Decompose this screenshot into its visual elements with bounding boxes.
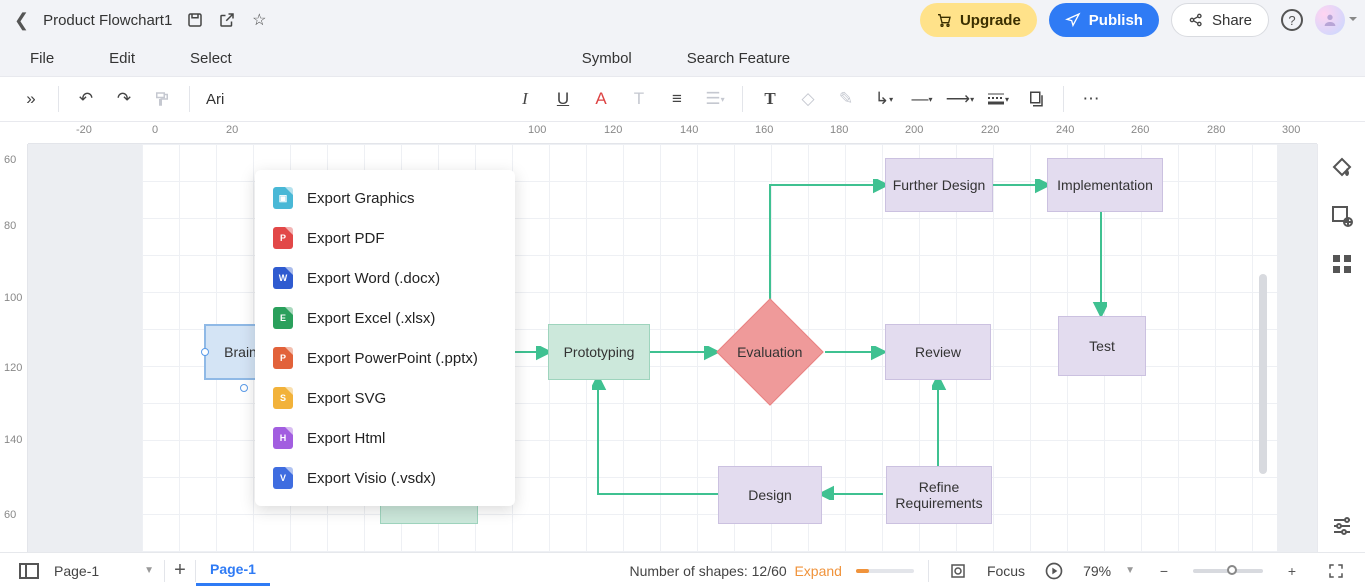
align-icon[interactable]: ≡: [660, 82, 694, 116]
fill-tool-icon[interactable]: [1330, 156, 1354, 180]
save-icon[interactable]: [186, 11, 204, 29]
italic-icon[interactable]: I: [508, 82, 542, 116]
export-menu-item[interactable]: V Export Visio (.vsdx): [255, 458, 515, 498]
handle-icon[interactable]: [240, 384, 248, 392]
export-menu-label: Export SVG: [307, 390, 386, 407]
node-refine[interactable]: Refine Requirements: [886, 466, 992, 524]
menu-search[interactable]: Search Feature: [687, 50, 790, 67]
publish-label: Publish: [1089, 12, 1143, 29]
export-menu-item[interactable]: P Export PowerPoint (.pptx): [255, 338, 515, 378]
document-title: Product Flowchart1: [43, 12, 172, 29]
help-icon[interactable]: ?: [1281, 9, 1303, 31]
export-menu-item[interactable]: ▣ Export Graphics: [255, 178, 515, 218]
export-menu-label: Export Visio (.vsdx): [307, 470, 436, 487]
export-dropdown: ▣ Export Graphics P Export PDF W Export Word …: [255, 170, 515, 506]
add-page-button[interactable]: +: [165, 556, 195, 586]
line-spacing-icon[interactable]: ☰▾: [698, 82, 732, 116]
file-type-icon: P: [273, 227, 293, 249]
shape-settings-icon[interactable]: [1330, 204, 1354, 228]
share-button[interactable]: Share: [1171, 3, 1269, 37]
zoom-out-icon[interactable]: −: [1149, 556, 1179, 586]
file-type-icon: ▣: [273, 187, 293, 209]
zoom-value[interactable]: 79%: [1083, 563, 1111, 579]
zoom-slider[interactable]: [1193, 569, 1263, 573]
export-menu-label: Export Excel (.xlsx): [307, 310, 435, 327]
export-menu-label: Export Html: [307, 430, 385, 447]
export-menu-item[interactable]: E Export Excel (.xlsx): [255, 298, 515, 338]
node-implementation[interactable]: Implementation: [1047, 158, 1163, 212]
vertical-scrollbar[interactable]: [1259, 274, 1267, 474]
canvas[interactable]: Brains Prototyping Evaluation Review Fur…: [28, 144, 1317, 552]
zoom-in-icon[interactable]: +: [1277, 556, 1307, 586]
ruler-horizontal: -20020120140160180200220240260280300100: [28, 122, 1317, 144]
menu-edit[interactable]: Edit: [109, 50, 135, 67]
export-menu-item[interactable]: P Export PDF: [255, 218, 515, 258]
share-label: Share: [1212, 12, 1252, 29]
right-tool-panel: [1317, 144, 1365, 552]
connector-style-icon[interactable]: ↳▾: [867, 82, 901, 116]
star-icon[interactable]: ☆: [250, 11, 268, 29]
fill-icon[interactable]: ◇: [791, 82, 825, 116]
page-selector[interactable]: Page-1▼: [44, 561, 164, 581]
layer-icon[interactable]: [1019, 82, 1053, 116]
export-menu-label: Export PowerPoint (.pptx): [307, 350, 478, 367]
export-menu-label: Export Word (.docx): [307, 270, 440, 287]
focus-icon[interactable]: [943, 556, 973, 586]
external-link-icon[interactable]: [218, 11, 236, 29]
file-type-icon: V: [273, 467, 293, 489]
file-type-icon: H: [273, 427, 293, 449]
upgrade-button[interactable]: Upgrade: [920, 3, 1037, 37]
format-painter-icon[interactable]: [145, 82, 179, 116]
menu-bar: File Edit Select Symbol Search Feature: [0, 40, 1365, 76]
node-prototyping[interactable]: Prototyping: [548, 324, 650, 380]
file-type-icon: W: [273, 267, 293, 289]
line-weight-icon[interactable]: ▾: [981, 82, 1015, 116]
arrow-style-icon[interactable]: ⟶▾: [943, 82, 977, 116]
text-tool-icon[interactable]: T: [753, 82, 787, 116]
node-design[interactable]: Design: [718, 466, 822, 524]
export-menu-item[interactable]: W Export Word (.docx): [255, 258, 515, 298]
back-button[interactable]: ❮: [14, 10, 29, 31]
expand-link[interactable]: Expand: [794, 563, 841, 579]
publish-button[interactable]: Publish: [1049, 3, 1159, 37]
export-menu-label: Export Graphics: [307, 190, 415, 207]
line-color-icon[interactable]: ✎: [829, 82, 863, 116]
export-menu-item[interactable]: H Export Html: [255, 418, 515, 458]
settings-list-icon[interactable]: [1330, 514, 1354, 538]
upgrade-label: Upgrade: [960, 12, 1021, 29]
qr-grid-icon[interactable]: [1330, 252, 1354, 276]
menu-symbol[interactable]: Symbol: [582, 50, 632, 67]
expand-toolbar-icon[interactable]: »: [14, 82, 48, 116]
focus-label[interactable]: Focus: [987, 563, 1025, 579]
file-type-icon: E: [273, 307, 293, 329]
shape-count: Number of shapes: 12/60 Expand: [629, 563, 841, 579]
fullscreen-icon[interactable]: [1321, 556, 1351, 586]
text-effect-icon[interactable]: T: [622, 82, 656, 116]
underline-icon[interactable]: U: [546, 82, 580, 116]
tab-page-1[interactable]: Page-1: [196, 555, 270, 586]
node-review[interactable]: Review: [885, 324, 991, 380]
ruler-vertical: 608010012014060: [0, 144, 28, 552]
node-test[interactable]: Test: [1058, 316, 1146, 376]
handle-icon[interactable]: [201, 348, 209, 356]
font-color-icon[interactable]: A: [584, 82, 618, 116]
node-further-design[interactable]: Further Design: [885, 158, 993, 212]
avatar[interactable]: [1315, 5, 1345, 35]
shape-progress: [856, 569, 914, 573]
play-icon[interactable]: [1039, 556, 1069, 586]
format-toolbar: » ↶ ↷ Ari I U A T ≡ ☰▾ T ◇ ✎ ↳▾ —▾ ⟶▾ ▾ …: [0, 76, 1365, 122]
page-list-icon[interactable]: [14, 556, 44, 586]
more-icon[interactable]: ⋯: [1074, 82, 1108, 116]
menu-select[interactable]: Select: [190, 50, 232, 67]
undo-icon[interactable]: ↶: [69, 82, 103, 116]
font-name-field[interactable]: Ari: [200, 91, 260, 108]
line-style-icon[interactable]: —▾: [905, 82, 939, 116]
menu-file[interactable]: File: [30, 50, 54, 67]
file-type-icon: P: [273, 347, 293, 369]
export-menu-label: Export PDF: [307, 230, 385, 247]
redo-icon[interactable]: ↷: [107, 82, 141, 116]
file-type-icon: S: [273, 387, 293, 409]
export-menu-item[interactable]: S Export SVG: [255, 378, 515, 418]
